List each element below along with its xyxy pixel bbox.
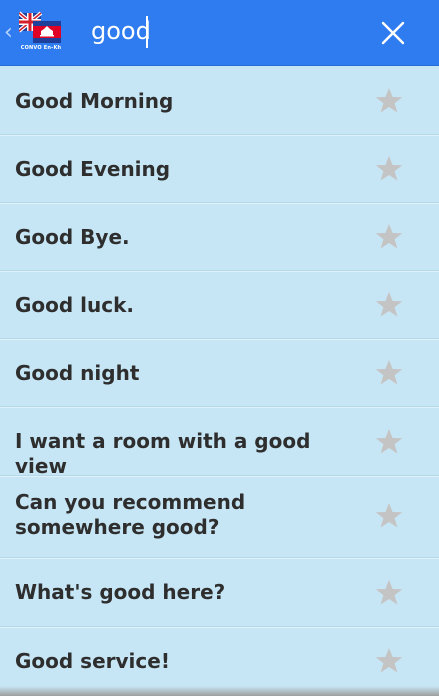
phrase-row[interactable]: Good Bye. <box>0 203 439 271</box>
phrase-label: I want a room with a good view <box>15 429 311 478</box>
phrase-label: Can you recommend somewhere good? <box>15 490 246 539</box>
close-icon[interactable] <box>376 16 410 50</box>
star-icon[interactable] <box>374 646 404 676</box>
phrase-row[interactable]: Good night <box>0 339 439 407</box>
phrase-row[interactable]: I want a room with a good view <box>0 407 439 478</box>
app: ‹ CONVO En-Kh good Good Morning Good Even… <box>0 0 439 696</box>
star-icon[interactable] <box>374 222 404 252</box>
phrase-label: Good luck. <box>15 293 135 317</box>
phrase-label: Good Evening <box>15 157 171 181</box>
phrase-row[interactable]: Good Evening <box>0 135 439 203</box>
bottom-shadow <box>0 686 439 696</box>
phrase-label: Good Bye. <box>15 225 130 249</box>
text-caret <box>146 16 148 48</box>
phrase-label: Good Morning <box>15 89 174 113</box>
phrase-row[interactable]: Can you recommend somewhere good? <box>0 476 439 558</box>
phrase-label: What's good here? <box>15 580 226 604</box>
search-input[interactable]: good <box>91 17 151 45</box>
star-icon[interactable] <box>374 427 404 457</box>
search-header: ‹ CONVO En-Kh good <box>0 0 439 66</box>
phrase-row[interactable]: What's good here? <box>0 558 439 627</box>
logo-caption: CONVO En-Kh <box>20 45 62 51</box>
phrase-row[interactable]: Good service! <box>0 627 439 695</box>
star-icon[interactable] <box>374 290 404 320</box>
star-icon[interactable] <box>374 86 404 116</box>
phrase-label: Good service! <box>15 649 170 673</box>
phrase-row[interactable]: Good Morning <box>0 67 439 135</box>
star-icon[interactable] <box>374 154 404 184</box>
phrase-row[interactable]: Good luck. <box>0 271 439 339</box>
phrase-list: Good Morning Good Evening Good Bye. Good lu… <box>0 67 439 695</box>
phrase-label: Good night <box>15 361 140 385</box>
star-icon[interactable] <box>374 501 404 531</box>
star-icon[interactable] <box>374 578 404 608</box>
star-icon[interactable] <box>374 358 404 388</box>
chevron-left-icon[interactable]: ‹ <box>4 22 13 44</box>
